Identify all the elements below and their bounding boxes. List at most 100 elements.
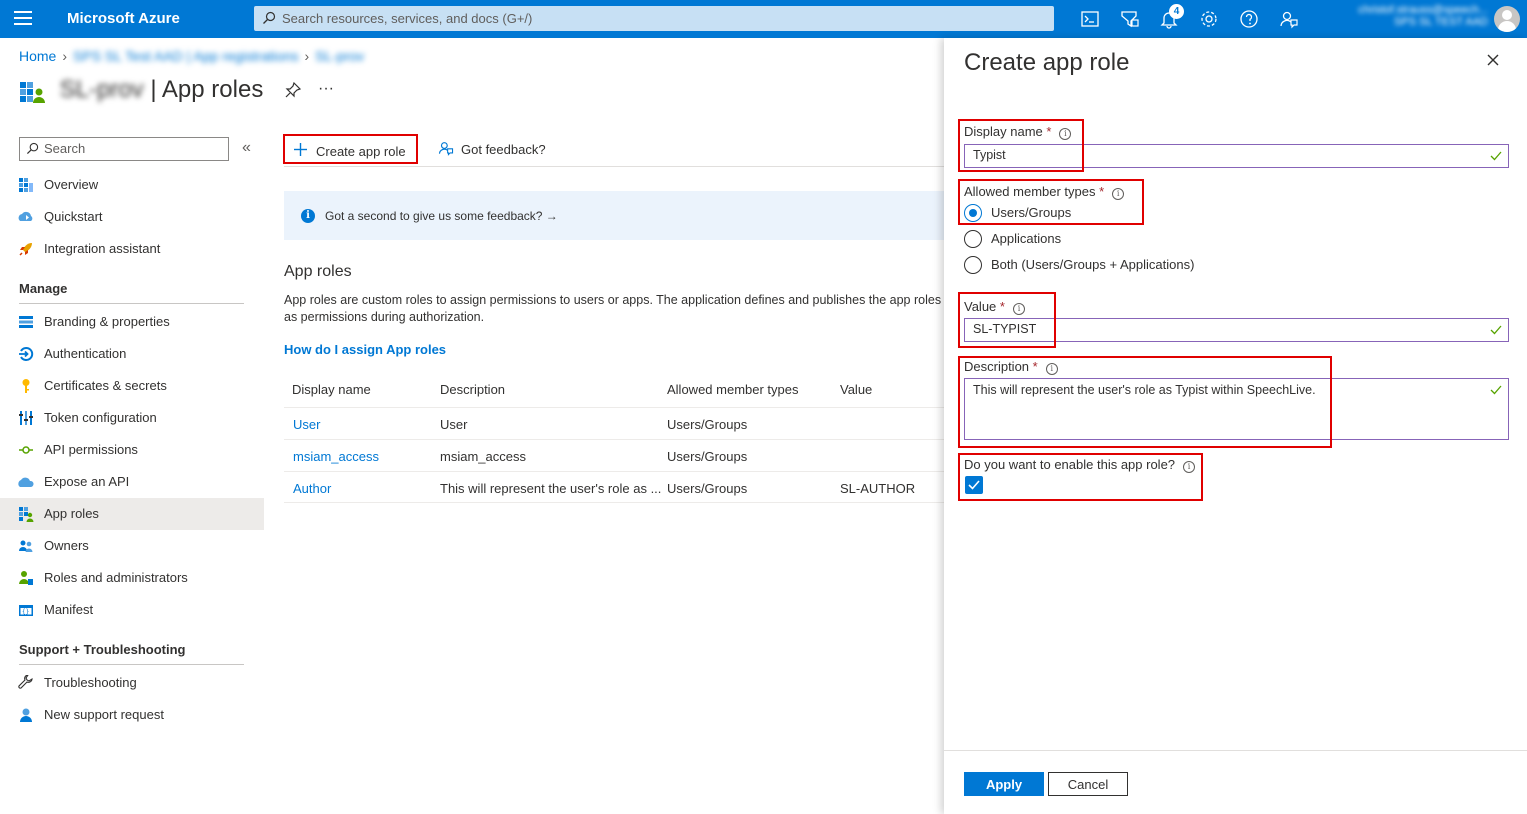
breadcrumb: Home › SPS SL Test AAD | App registrations… bbox=[19, 48, 364, 64]
role-name-link[interactable]: User bbox=[293, 417, 320, 432]
sidebar-item-label: Roles and administrators bbox=[44, 570, 188, 585]
sidebar-item-label: Expose an API bbox=[44, 474, 130, 489]
cancel-button[interactable]: Cancel bbox=[1048, 772, 1128, 796]
divider bbox=[284, 166, 944, 167]
cloud-api-icon bbox=[18, 477, 34, 487]
app-roles-icon bbox=[19, 507, 34, 522]
required-mark: * bbox=[1099, 184, 1105, 199]
info-icon[interactable]: i bbox=[1059, 128, 1072, 140]
valid-check-icon bbox=[1490, 151, 1502, 161]
checkmark-icon bbox=[968, 480, 980, 490]
column-header[interactable]: Allowed member types bbox=[667, 382, 799, 397]
breadcrumb-home[interactable]: Home bbox=[19, 48, 56, 64]
sidebar-item-branding[interactable]: Branding & properties bbox=[0, 306, 264, 338]
info-icon[interactable]: i bbox=[1183, 461, 1196, 473]
support-header: Support + Troubleshooting bbox=[19, 642, 186, 657]
help-icon[interactable] bbox=[1238, 8, 1260, 30]
sidebar-item-app-roles[interactable]: App roles bbox=[0, 498, 264, 530]
role-value: SL-AUTHOR bbox=[840, 481, 916, 496]
column-header[interactable]: Display name bbox=[292, 382, 371, 397]
sidebar-search[interactable] bbox=[19, 137, 229, 161]
feedback-banner-link[interactable]: Got a second to give us some feedback? → bbox=[325, 209, 558, 223]
account-info[interactable]: christof.strauss@speech... SPS SL TEST A… bbox=[1328, 4, 1488, 34]
section-title: App roles bbox=[284, 263, 352, 280]
avatar[interactable] bbox=[1494, 6, 1520, 32]
enable-label: Do you want to enable this app role? i bbox=[964, 457, 1196, 473]
info-icon[interactable]: i bbox=[1045, 363, 1058, 375]
create-app-role-button[interactable]: Create app role bbox=[283, 134, 418, 164]
breadcrumb-tenant[interactable]: SPS SL Test AAD | App registrations bbox=[73, 48, 298, 64]
sidebar-item-authentication[interactable]: Authentication bbox=[0, 338, 264, 370]
sidebar-item-certificates[interactable]: Certificates & secrets bbox=[0, 370, 264, 402]
notifications-badge: 4 bbox=[1169, 4, 1184, 19]
cloud-shell-icon[interactable] bbox=[1079, 8, 1101, 30]
panel-title: Create app role bbox=[964, 49, 1130, 76]
sidebar-item-new-support-request[interactable]: New support request bbox=[0, 699, 264, 731]
column-header[interactable]: Value bbox=[840, 382, 872, 397]
info-icon[interactable]: i bbox=[1112, 188, 1125, 200]
radio-unselected-icon bbox=[964, 230, 982, 248]
pin-icon[interactable] bbox=[285, 82, 301, 98]
role-name-link[interactable]: Author bbox=[293, 481, 331, 496]
role-member-types: Users/Groups bbox=[667, 417, 748, 432]
got-feedback-button[interactable]: Got feedback? bbox=[435, 134, 565, 164]
support-icon bbox=[20, 708, 32, 722]
got-feedback-label: Got feedback? bbox=[461, 142, 546, 157]
brand-name[interactable]: Microsoft Azure bbox=[67, 10, 180, 27]
description-field[interactable]: This will represent the user's role as T… bbox=[964, 378, 1509, 440]
global-search[interactable] bbox=[254, 6, 1054, 31]
description-textarea[interactable]: This will represent the user's role as T… bbox=[973, 382, 1483, 436]
info-icon: i bbox=[301, 209, 315, 223]
sidebar-item-integration-assistant[interactable]: Integration assistant bbox=[0, 233, 264, 265]
how-to-assign-link[interactable]: How do I assign App roles bbox=[284, 342, 446, 357]
sidebar-item-expose-api[interactable]: Expose an API bbox=[0, 466, 264, 498]
description-line: App roles are custom roles to assign per… bbox=[284, 293, 944, 307]
info-icon[interactable]: i bbox=[1012, 303, 1025, 315]
apply-button[interactable]: Apply bbox=[964, 772, 1044, 796]
create-app-role-panel: Create app role Display name * i Allowed … bbox=[944, 38, 1527, 814]
feedback-icon[interactable] bbox=[1278, 8, 1300, 30]
sidebar-item-owners[interactable]: Owners bbox=[0, 530, 264, 562]
plus-icon bbox=[294, 143, 307, 156]
sidebar-item-token-configuration[interactable]: Token configuration bbox=[0, 402, 264, 434]
global-search-input[interactable] bbox=[282, 9, 1042, 28]
table-row: Author This will represent the user's ro… bbox=[284, 471, 944, 503]
value-field[interactable] bbox=[964, 318, 1509, 342]
sidebar-item-overview[interactable]: Overview bbox=[0, 169, 264, 201]
sidebar-item-roles-administrators[interactable]: Roles and administrators bbox=[0, 562, 264, 594]
close-icon[interactable] bbox=[1485, 52, 1501, 68]
settings-icon[interactable] bbox=[1198, 8, 1220, 30]
create-app-role-label: Create app role bbox=[316, 144, 406, 159]
account-email: christof.strauss@speech... bbox=[1358, 4, 1488, 16]
display-name-input[interactable] bbox=[973, 148, 1473, 162]
column-header[interactable]: Description bbox=[440, 382, 505, 397]
enable-checkbox[interactable] bbox=[965, 476, 983, 494]
value-input[interactable] bbox=[973, 322, 1473, 336]
required-mark: * bbox=[999, 299, 1005, 314]
more-options-icon[interactable]: ··· bbox=[318, 80, 334, 98]
sidebar-item-quickstart[interactable]: Quickstart bbox=[0, 201, 264, 233]
radio-label: Users/Groups bbox=[991, 205, 1072, 220]
label-text: Do you want to enable this app role? bbox=[964, 457, 1176, 472]
sidebar-item-label: Manifest bbox=[44, 602, 94, 617]
radio-unselected-icon bbox=[964, 256, 982, 274]
collapse-sidebar-icon[interactable]: « bbox=[242, 139, 251, 157]
wrench-icon bbox=[18, 675, 33, 689]
sidebar-item-label: Quickstart bbox=[44, 209, 103, 224]
directory-filter-icon[interactable] bbox=[1119, 8, 1141, 30]
app-roles-table: Display name Description Allowed member … bbox=[284, 374, 944, 506]
sidebar-item-manifest[interactable]: {} Manifest bbox=[0, 594, 264, 626]
sidebar-item-label: Authentication bbox=[44, 346, 127, 361]
token-icon bbox=[19, 411, 33, 425]
sidebar-item-troubleshooting[interactable]: Troubleshooting bbox=[0, 667, 264, 699]
title-separator: | bbox=[150, 76, 157, 103]
feedback-banner: i Got a second to give us some feedback?… bbox=[284, 191, 944, 240]
role-name-link[interactable]: msiam_access bbox=[293, 449, 379, 464]
display-name-field[interactable] bbox=[964, 144, 1509, 168]
sidebar-item-api-permissions[interactable]: API permissions bbox=[0, 434, 264, 466]
sidebar-search-input[interactable] bbox=[44, 141, 224, 156]
breadcrumb-app[interactable]: SL-prov bbox=[315, 48, 364, 64]
app-name: SL-prov bbox=[59, 76, 144, 103]
label-text: Allowed member types bbox=[964, 184, 1096, 199]
menu-icon[interactable] bbox=[14, 11, 32, 27]
